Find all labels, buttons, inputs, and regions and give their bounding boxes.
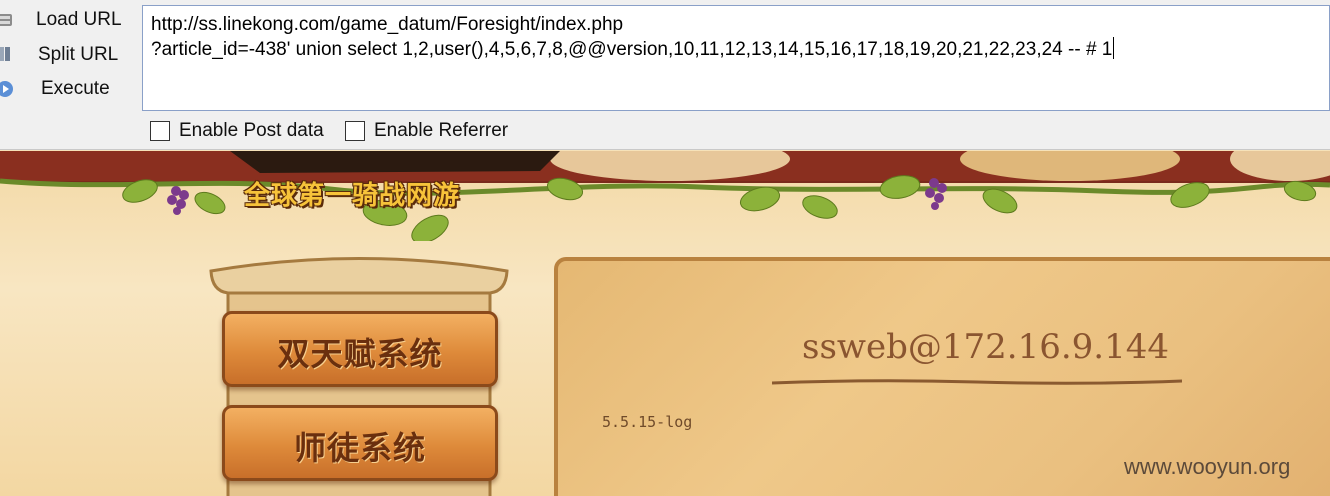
- split-icon: [0, 47, 10, 61]
- enable-post-data-checkbox[interactable]: [150, 121, 170, 141]
- vine-decoration: [0, 151, 1330, 241]
- enable-post-data-option[interactable]: Enable Post data: [150, 120, 324, 142]
- menu-item-dual-talent[interactable]: 双天赋系统: [222, 311, 498, 387]
- execute-label: Execute: [41, 78, 110, 99]
- game-web-page: 全球第一骑战网游 双天赋系统 师徒系统 ssweb@172.16.9.144 5…: [0, 151, 1330, 496]
- injected-user-result: ssweb@172.16.9.144: [802, 327, 1169, 367]
- hackbar-toolbar: Load URL Split URL Execute http://ss.lin…: [0, 0, 1330, 150]
- watermark: www.wooyun.org: [1124, 454, 1291, 479]
- menu-item-mentor[interactable]: 师徒系统: [222, 405, 498, 481]
- text-caret: [1113, 37, 1115, 59]
- split-url-button[interactable]: Split URL: [0, 40, 130, 70]
- enable-referrer-label: Enable Referrer: [374, 120, 509, 141]
- enable-post-data-label: Enable Post data: [179, 120, 324, 141]
- menu-item-label: 师徒系统: [293, 429, 426, 467]
- play-icon: [0, 81, 13, 97]
- menu-item-label: 双天赋系统: [277, 335, 443, 373]
- execute-button[interactable]: Execute: [0, 74, 130, 104]
- enable-referrer-option[interactable]: Enable Referrer: [345, 120, 508, 142]
- divider-line: [772, 379, 1182, 385]
- url-text: http://ss.linekong.com/game_datum/Foresi…: [151, 14, 1113, 60]
- url-textarea[interactable]: http://ss.linekong.com/game_datum/Foresi…: [142, 5, 1330, 111]
- enable-referrer-checkbox[interactable]: [345, 121, 365, 141]
- load-url-button[interactable]: Load URL: [0, 5, 130, 35]
- split-url-label: Split URL: [38, 44, 119, 65]
- injected-version-result: 5.5.15-log: [602, 413, 693, 431]
- load-url-label: Load URL: [36, 9, 122, 30]
- site-slogan: 全球第一骑战网游: [244, 181, 461, 211]
- database-icon: [0, 14, 12, 26]
